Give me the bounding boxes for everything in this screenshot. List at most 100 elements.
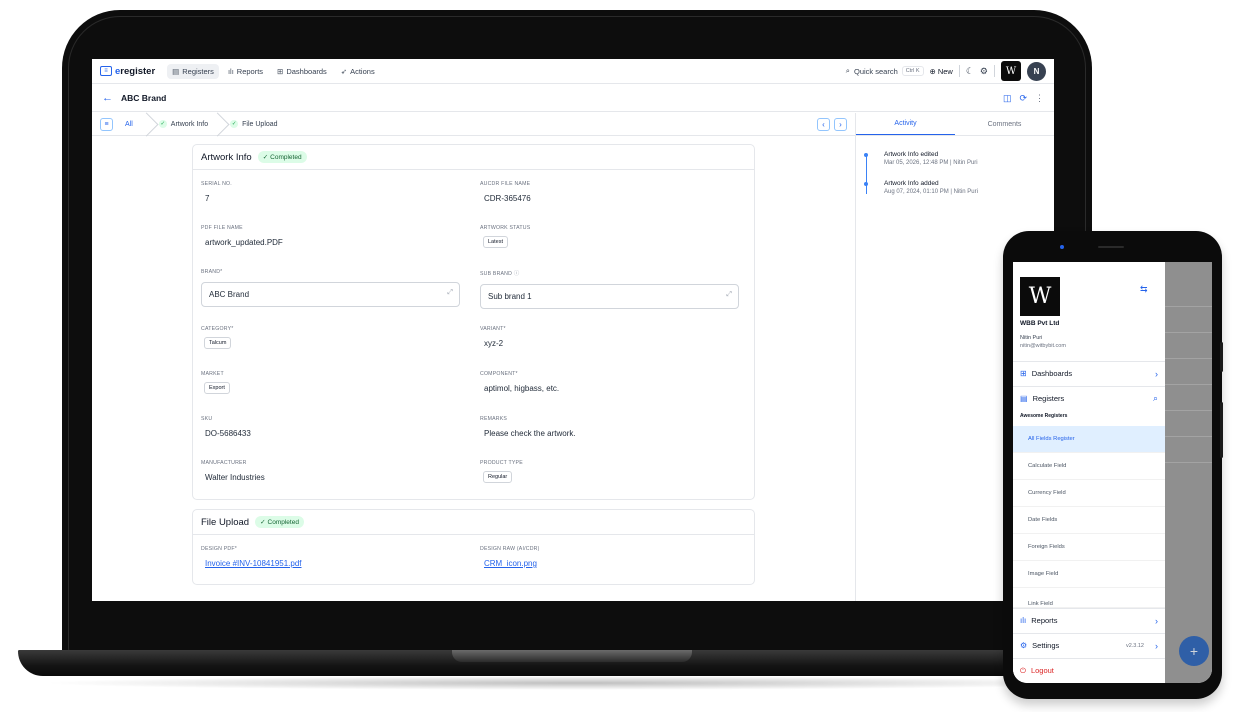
- activity-meta: Mar 05, 2026, 12:48 PM | Nitin Puri: [884, 160, 978, 166]
- field-artwork-status: ARTWORK STATUS Latest: [480, 225, 530, 248]
- user-name: Nitin Puri: [1020, 335, 1043, 341]
- backdrop-row: [1165, 306, 1212, 307]
- design-pdf-link[interactable]: Invoice #INV-10841951.pdf: [201, 559, 302, 568]
- field-design-pdf: DESIGN PDF* Invoice #INV-10841951.pdf: [201, 546, 302, 568]
- drawer-item-settings[interactable]: ⚙ Settings v2.3.12 ›: [1013, 633, 1165, 657]
- card-title: Artwork Info: [201, 151, 252, 163]
- field-sku: SKU DO-5686433: [201, 416, 251, 438]
- product-type-chip: Regular: [483, 471, 513, 483]
- add-fab-button[interactable]: +: [1179, 636, 1209, 666]
- drawer-backdrop[interactable]: [1165, 262, 1212, 683]
- phone-camera: [1060, 245, 1064, 249]
- register-item-currency-field[interactable]: Currency Field: [1013, 480, 1165, 507]
- panel-toggle-icon[interactable]: ◫: [1003, 93, 1012, 104]
- drawer-item-logout[interactable]: ⏻ Logout: [1013, 658, 1165, 682]
- card-header: Artwork Info ✓ Completed: [193, 145, 754, 170]
- nav-actions[interactable]: ➶ Actions: [336, 64, 380, 79]
- field-value: Sub brand 1: [488, 292, 532, 301]
- gear-icon[interactable]: ⚙: [980, 66, 988, 77]
- timeline-dot: [864, 153, 868, 157]
- activity-timeline: Artwork Info edited Mar 05, 2026, 12:48 …: [856, 136, 1054, 195]
- activity-title: Artwork Info added: [884, 180, 939, 187]
- nav-registers[interactable]: ▤ Registers: [167, 63, 219, 79]
- menu-icon[interactable]: ≡: [100, 117, 113, 131]
- tab-comments[interactable]: Comments: [955, 113, 1054, 135]
- field-label: DESIGN RAW (AI/CDR): [480, 546, 540, 552]
- bar-chart-icon: ılı: [1020, 616, 1027, 625]
- gear-icon: ⚙: [1020, 641, 1028, 650]
- field-label: MARKET: [201, 371, 224, 377]
- tab-activity[interactable]: Activity: [856, 113, 955, 135]
- nav-dashboards-label: Dashboards: [286, 66, 327, 76]
- new-button-label: New: [937, 66, 953, 76]
- field-product-type: PRODUCT TYPE Regular: [480, 460, 523, 483]
- field-label: PRODUCT TYPE: [480, 460, 523, 466]
- refresh-icon[interactable]: ⟳: [1019, 93, 1027, 104]
- field-market: MARKET Export: [201, 371, 230, 394]
- nav-reports[interactable]: ılı Reports: [223, 64, 268, 79]
- drawer-item-label: Settings: [1032, 641, 1060, 650]
- dark-mode-icon[interactable]: ☾: [966, 66, 974, 77]
- check-icon: ✓: [158, 120, 167, 128]
- timeline-dot: [864, 182, 868, 186]
- laptop-shadow: [40, 676, 1120, 690]
- brand-lookup-field[interactable]: ABC Brand ⤢: [201, 282, 460, 307]
- field-label: PDF FILE NAME: [201, 225, 243, 231]
- nav-dashboards[interactable]: ⊞ Dashboards: [272, 64, 332, 79]
- register-group-label: Awesome Registers: [1020, 413, 1068, 419]
- expand-icon[interactable]: ⤢: [447, 289, 453, 297]
- field-aucdr-file-name: AUCDR FILE NAME CDR-365476: [480, 181, 531, 203]
- register-item-date-fields[interactable]: Date Fields: [1013, 507, 1165, 534]
- field-label: AUCDR FILE NAME: [480, 181, 531, 187]
- chevron-right-icon[interactable]: ›: [834, 118, 847, 131]
- drawer-item-label: Registers: [1032, 394, 1065, 403]
- info-icon[interactable]: ⓘ: [514, 271, 520, 277]
- toolbar-divider: [958, 65, 960, 77]
- search-icon[interactable]: ⌕: [1153, 393, 1158, 404]
- market-chip: Export: [204, 382, 230, 394]
- app-logo-text: eregister: [115, 65, 156, 77]
- chevron-left-icon[interactable]: ‹: [817, 118, 830, 131]
- switch-workspace-icon[interactable]: ⇆: [1140, 284, 1148, 295]
- status-badge: ✓ Completed: [257, 151, 307, 163]
- field-category: CATEGORY* Talcum: [201, 326, 233, 349]
- step-file-upload[interactable]: ✓ File Upload: [230, 113, 299, 136]
- field-label: SKU: [201, 416, 213, 422]
- workspace-logo[interactable]: W: [1001, 61, 1021, 81]
- register-item-link-field[interactable]: Link Field: [1013, 588, 1165, 608]
- register-item-calculate-field[interactable]: Calculate Field: [1013, 453, 1165, 480]
- chevron-right-icon: ›: [1155, 368, 1158, 379]
- drawer-item-dashboards[interactable]: ⊞ Dashboards ›: [1013, 361, 1165, 385]
- dashboard-grid-icon: ⊞: [1020, 369, 1027, 378]
- toolbar-divider: [994, 65, 995, 77]
- check-icon: ✓: [262, 154, 269, 161]
- activity-date: Mar 05, 2026, 12:48 PM: [884, 160, 949, 166]
- bar-chart-icon: ılı: [227, 66, 234, 76]
- file-upload-card: File Upload ✓ Completed DESIGN PDF* Invo…: [192, 509, 755, 585]
- sub-brand-lookup-field[interactable]: Sub brand 1 ⤢: [480, 284, 739, 309]
- step-artwork-info[interactable]: ✓ Artwork Info: [158, 113, 230, 136]
- field-component: COMPONENT* aptimol, higbass, etc.: [480, 371, 559, 393]
- step-all[interactable]: All: [125, 113, 159, 136]
- register-item-foreign-fields[interactable]: Foreign Fields: [1013, 534, 1165, 561]
- app-logo[interactable]: ≡ eregister: [100, 66, 155, 77]
- card-title: File Upload: [201, 516, 250, 528]
- new-button[interactable]: ⊕ New: [930, 67, 953, 76]
- design-raw-link[interactable]: CRM_icon.png: [480, 559, 540, 568]
- drawer-item-registers[interactable]: ▤ Registers ⌕: [1013, 386, 1165, 410]
- field-value: DO-5686433: [205, 429, 251, 438]
- expand-icon[interactable]: ⤢: [726, 291, 732, 299]
- back-arrow-icon[interactable]: ←: [102, 92, 113, 104]
- user-email: nitin@witbybit.com: [1020, 343, 1066, 349]
- chevron-right-icon: ›: [1155, 615, 1158, 626]
- more-options-icon[interactable]: ⋮: [1035, 93, 1044, 104]
- app-version: v2.3.12: [1125, 642, 1144, 649]
- org-name: WBB Pvt Ltd: [1020, 320, 1060, 327]
- category-chip: Talcum: [204, 337, 232, 349]
- avatar[interactable]: N: [1027, 61, 1046, 81]
- drawer-item-reports[interactable]: ılı Reports ›: [1013, 608, 1165, 632]
- quick-search-button[interactable]: ⌕ Quick search Ctrl K: [846, 66, 924, 76]
- register-item-image-field[interactable]: Image Field: [1013, 561, 1165, 588]
- phone-side-button: [1220, 342, 1223, 372]
- register-item-all-fields[interactable]: All Fields Register: [1013, 426, 1165, 453]
